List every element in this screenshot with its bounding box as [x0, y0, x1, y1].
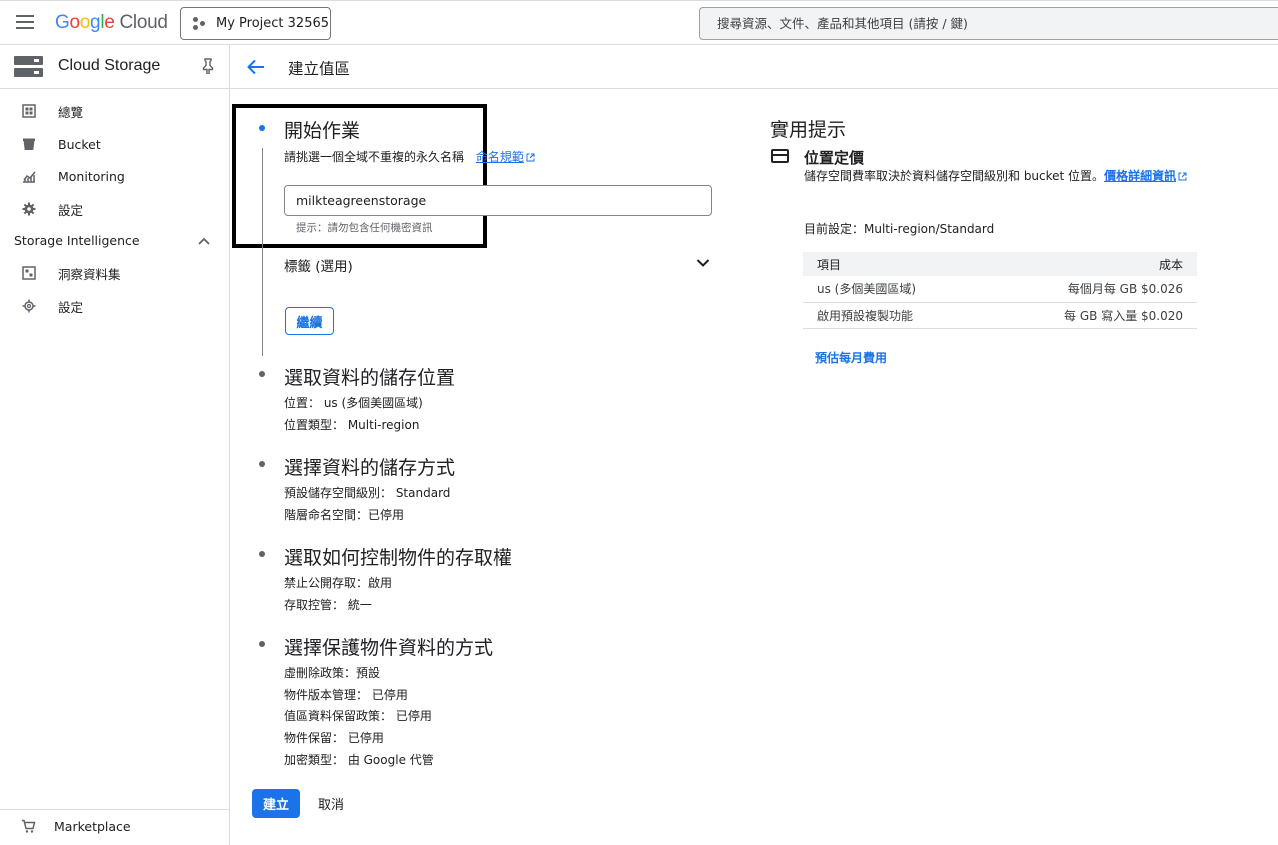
pricing-table: 項目 成本 us (多個美國區域) 每個月每 GB $0.026 啟用預設複製功… [803, 252, 1197, 329]
credit-card-icon [771, 149, 789, 163]
top-bar: Google Cloud My Project 32565 搜尋資源、文件、產品… [0, 0, 1278, 45]
current-settings: 目前設定：Multi-region/Standard [804, 222, 995, 236]
sidebar-item-label: Monitoring [58, 168, 125, 184]
column-header-item: 項目 [803, 252, 975, 276]
retention-policy-value: 值區資料保留政策： 已停用 [284, 709, 432, 723]
sidebar-header: Cloud Storage [0, 45, 229, 89]
bucket-icon [23, 138, 35, 150]
pricing-details-label: 價格詳細資訊 [1104, 169, 1177, 183]
step-protection-title[interactable]: 選擇保護物件資料的方式 [284, 633, 493, 660]
external-link-icon [1178, 172, 1187, 181]
dataset-icon [22, 266, 36, 280]
cart-icon [22, 819, 36, 833]
step-start-title: 開始作業 [284, 120, 361, 142]
search-input[interactable]: 搜尋資源、文件、產品和其他項目 (請按 / 鍵) [699, 7, 1278, 40]
chevron-up-icon[interactable] [198, 237, 210, 245]
pricing-description: 儲存空間費率取決於資料儲存空間級別和 bucket 位置。價格詳細資訊 [804, 168, 1194, 185]
sidebar-title: Cloud Storage [58, 57, 161, 74]
bucket-name-input[interactable] [284, 185, 712, 216]
labels-expander[interactable]: 標籤 (選用) [284, 255, 712, 275]
step-start-desc: 請挑選一個全域不重複的永久名稱 命名規範 [284, 148, 535, 165]
continue-button[interactable]: 繼續 [285, 307, 334, 335]
table-cell: 啟用預設複製功能 [803, 302, 975, 329]
step-indicator [259, 371, 265, 377]
menu-icon[interactable] [16, 15, 34, 29]
sidebar-item-intelligence-settings[interactable]: 設定 [0, 291, 229, 321]
naming-guidelines-label: 命名規範 [475, 150, 524, 164]
step-indicator [259, 461, 265, 467]
sidebar-item-bucket[interactable]: Bucket [0, 129, 229, 159]
timeline-line [262, 148, 263, 356]
google-cloud-logo[interactable]: Google Cloud [55, 12, 168, 34]
object-versioning-value: 物件版本管理： 已停用 [284, 688, 408, 702]
table-row: 啟用預設複製功能 每 GB 寫入量 $0.020 [803, 302, 1197, 329]
step-indicator [259, 641, 265, 647]
step-storage-title[interactable]: 選擇資料的儲存方式 [284, 453, 455, 480]
object-retention-value: 物件保留： 已停用 [284, 731, 384, 745]
location-value: 位置： us (多個美國區域) [284, 396, 423, 410]
tips-title: 實用提示 [770, 119, 847, 141]
table-cell: 每 GB 寫入量 $0.020 [974, 302, 1197, 329]
column-header-cost: 成本 [974, 252, 1197, 276]
estimate-monthly-cost-link[interactable]: 預估每月費用 [815, 349, 887, 366]
step-indicator-active [259, 125, 265, 131]
create-button[interactable]: 建立 [252, 789, 300, 818]
sidebar-item-label: 設定 [58, 299, 84, 315]
pricing-details-link[interactable]: 價格詳細資訊 [1104, 169, 1187, 183]
step-access-title[interactable]: 選取如何控制物件的存取權 [284, 543, 512, 570]
sidebar-item-monitoring[interactable]: Monitoring [0, 161, 229, 191]
storage-icon [14, 56, 43, 78]
section-storage-intelligence[interactable]: Storage Intelligence [14, 233, 140, 248]
page-title: 建立值區 [288, 60, 351, 78]
sidebar-item-label: 設定 [58, 202, 84, 218]
location-type-value: 位置類型： Multi-region [284, 418, 420, 432]
sidebar-item-label: Marketplace [54, 819, 131, 834]
table-header-row: 項目 成本 [803, 252, 1197, 276]
sidebar-item-label: Bucket [58, 136, 101, 152]
name-instruction: 請挑選一個全域不重複的永久名稱 [284, 150, 465, 164]
access-control-value: 存取控管： 統一 [284, 598, 372, 612]
table-cell: us (多個美國區域) [803, 276, 975, 303]
sidebar-item-label: 洞察資料集 [58, 266, 121, 282]
public-access-value: 禁止公開存取：啟用 [284, 576, 393, 590]
sidebar: Cloud Storage 總覽 Bucket Monitoring 設定 St… [0, 45, 230, 845]
sidebar-item-settings[interactable]: 設定 [0, 194, 229, 224]
table-row: us (多個美國區域) 每個月每 GB $0.026 [803, 276, 1197, 303]
gear-icon [22, 202, 36, 216]
soft-delete-value: 虛刪除政策：預設 [284, 666, 381, 680]
gear-icon [22, 299, 36, 313]
cancel-button[interactable]: 取消 [311, 789, 351, 818]
project-name: My Project 32565 [216, 16, 330, 31]
table-cell: 每個月每 GB $0.026 [974, 276, 1197, 303]
project-icon [193, 16, 207, 31]
sidebar-item-insights-datasets[interactable]: 洞察資料集 [0, 258, 229, 288]
external-link-icon [526, 153, 535, 162]
project-selector-button[interactable]: My Project 32565 [180, 7, 331, 40]
pin-icon[interactable] [201, 58, 215, 74]
monitoring-icon [23, 171, 36, 183]
sidebar-item-marketplace[interactable]: Marketplace [0, 809, 229, 845]
naming-guidelines-link[interactable]: 命名規範 [476, 150, 535, 164]
back-arrow-icon[interactable] [247, 59, 265, 75]
encryption-type-value: 加密類型： 由 Google 代管 [284, 753, 434, 767]
labels-title: 標籤 (選用) [284, 259, 353, 275]
chevron-down-icon [696, 259, 710, 267]
pricing-text: 儲存空間費率取決於資料儲存空間級別和 bucket 位置。 [804, 169, 1105, 183]
step-location-title[interactable]: 選取資料的儲存位置 [284, 363, 455, 390]
pricing-title: 位置定價 [804, 149, 865, 167]
step-indicator [259, 551, 265, 557]
storage-class-value: 預設儲存空間級別： Standard [284, 486, 451, 500]
input-hint: 提示：請勿包含任何機密資訊 [296, 222, 433, 234]
overview-icon [22, 104, 36, 118]
sidebar-item-label: 總覽 [58, 104, 84, 120]
hierarchical-namespace-value: 階層命名空間：已停用 [284, 508, 405, 522]
page-header: 建立值區 [230, 45, 1278, 89]
sidebar-item-overview[interactable]: 總覽 [0, 96, 229, 126]
